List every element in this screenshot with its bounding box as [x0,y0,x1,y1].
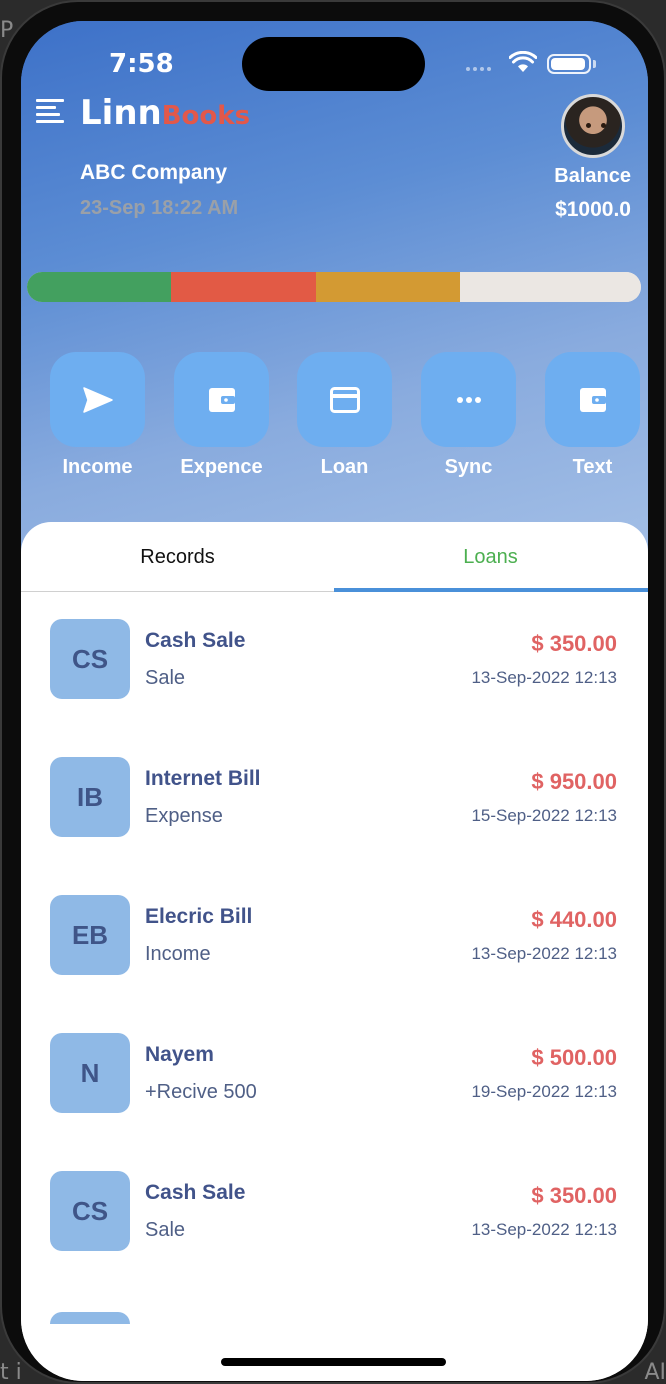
dynamic-island [242,37,425,91]
battery-icon [547,54,591,74]
loan-label: Loan [320,456,369,478]
record-title: Elecric Bill [145,905,253,928]
tab-loans[interactable]: Loans [334,522,647,592]
text-button[interactable] [545,352,640,447]
action-expence[interactable]: Expence [174,352,269,479]
card-icon [329,386,360,413]
record-subtitle: Expense [145,805,223,827]
income-button[interactable] [50,352,145,447]
progress-segment [27,272,172,302]
list-item[interactable]: N Nayem +Recive 500 $ 500.00 19-Sep-2022… [21,1006,648,1144]
battery-tip [593,60,596,68]
record-amount: $ 500.00 [531,1045,617,1070]
record-amount: $ 350.00 [531,1183,617,1208]
record-amount: $ 440.00 [531,907,617,932]
progress-segment [459,272,641,302]
menu-icon[interactable] [36,99,64,125]
initials-badge: IB [50,757,130,837]
summary-progress-bar [27,272,641,302]
sync-label: Sync [444,456,493,478]
expence-button[interactable] [174,352,269,447]
record-subtitle: Sale [145,667,186,689]
record-amount: $ 950.00 [531,769,617,794]
action-text[interactable]: Text [545,352,640,479]
action-income[interactable]: Income [50,352,145,479]
home-indicator[interactable] [221,1358,446,1366]
text-label: Text [572,456,613,478]
balance-value: $1000.0 [555,198,631,221]
background-glyph: t i [0,1360,22,1384]
cellular-signal-icon [466,67,491,71]
wallet-icon [579,387,606,412]
phone-frame: 7:58 LinnBooks ABC Company 23-Sep 18:22 … [0,0,666,1384]
quick-actions: Income Expence Loan Sync Text [50,352,648,482]
records-sheet: Records Loans CS Cash Sale Sale $ 350.00… [21,522,648,1381]
more-icon [456,396,481,403]
brand-secondary: Books [161,101,251,131]
record-title: Cash Sale [145,629,246,652]
initials-badge: N [50,1033,130,1113]
tab-records[interactable]: Records [21,522,334,592]
expence-label: Expence [180,456,263,478]
tab-bar: Records Loans [21,522,648,592]
record-date: 13-Sep-2022 12:13 [471,944,617,963]
list-item[interactable]: IB Internet Bill Expense $ 950.00 15-Sep… [21,730,648,868]
progress-segment [171,272,316,302]
record-date: 13-Sep-2022 12:13 [471,668,617,687]
record-date: 15-Sep-2022 12:13 [471,806,617,825]
wifi-icon [509,51,537,72]
sync-button[interactable] [421,352,516,447]
record-subtitle: Income [145,943,211,965]
record-subtitle: Sale [145,1219,186,1241]
company-datetime: 23-Sep 18:22 AM [80,197,239,219]
status-time: 7:58 [109,49,174,79]
company-name: ABC Company [80,161,228,184]
list-item-partial [50,1312,130,1324]
record-subtitle: +Recive 500 [145,1081,257,1103]
initials-badge: CS [50,1171,130,1251]
action-loan[interactable]: Loan [297,352,392,479]
loan-button[interactable] [297,352,392,447]
list-item[interactable]: CS Cash Sale Sale $ 350.00 13-Sep-2022 1… [21,592,648,730]
list-item[interactable]: EB Elecric Bill Income $ 440.00 13-Sep-2… [21,868,648,1006]
record-title: Nayem [145,1043,214,1066]
app-logo: LinnBooks [80,93,250,133]
records-list[interactable]: CS Cash Sale Sale $ 350.00 13-Sep-2022 1… [21,592,648,1352]
wallet-icon [208,387,235,412]
balance-label: Balance [554,165,631,187]
income-label: Income [62,456,133,478]
initials-badge: EB [50,895,130,975]
initials-badge: CS [50,619,130,699]
record-date: 19-Sep-2022 12:13 [471,1082,617,1101]
list-item[interactable]: CS Cash Sale Sale $ 350.00 13-Sep-2022 1… [21,1144,648,1282]
record-date: 13-Sep-2022 12:13 [471,1220,617,1239]
avatar[interactable] [561,94,625,158]
record-amount: $ 350.00 [531,631,617,656]
app-screen: 7:58 LinnBooks ABC Company 23-Sep 18:22 … [21,21,648,1381]
progress-segment [315,272,460,302]
action-sync[interactable]: Sync [421,352,516,479]
brand-primary: Linn [80,93,162,133]
record-title: Internet Bill [145,767,261,790]
send-icon [82,386,113,413]
record-title: Cash Sale [145,1181,246,1204]
